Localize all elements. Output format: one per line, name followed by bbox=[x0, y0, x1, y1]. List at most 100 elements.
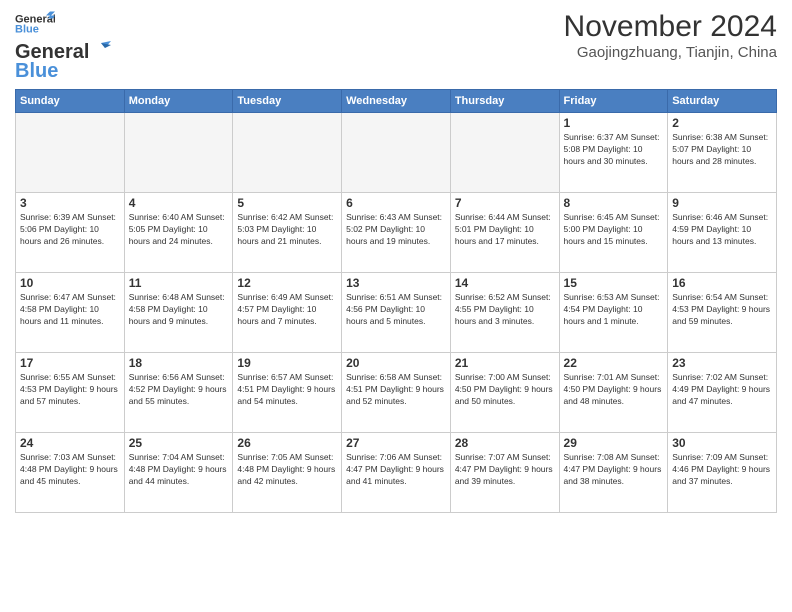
day-number: 20 bbox=[346, 356, 446, 370]
day-number: 7 bbox=[455, 196, 555, 210]
calendar-cell: 17 Sunrise: 6:55 AM Sunset: 4:53 PM Dayli… bbox=[16, 353, 125, 433]
calendar-cell: 23Sunrise: 7:02 AM Sunset: 4:49 PM Dayli… bbox=[668, 353, 777, 433]
day-info: Sunrise: 6:40 AM Sunset: 5:05 PM Dayligh… bbox=[129, 212, 229, 248]
day-number: 4 bbox=[129, 196, 229, 210]
day-number: 28 bbox=[455, 436, 555, 450]
day-info: Sunrise: 6:49 AM Sunset: 4:57 PM Dayligh… bbox=[237, 292, 337, 328]
day-info: Sunrise: 6:57 AM Sunset: 4:51 PM Dayligh… bbox=[237, 372, 337, 408]
calendar-cell: 25 Sunrise: 7:04 AM Sunset: 4:48 PM Dayli… bbox=[124, 433, 233, 513]
day-info: Sunrise: 6:44 AM Sunset: 5:01 PM Dayligh… bbox=[455, 212, 555, 248]
day-number: 3 bbox=[20, 196, 120, 210]
day-number: 26 bbox=[237, 436, 337, 450]
col-sunday: Sunday bbox=[16, 90, 125, 113]
col-monday: Monday bbox=[124, 90, 233, 113]
calendar-cell: 21Sunrise: 7:00 AM Sunset: 4:50 PM Dayli… bbox=[450, 353, 559, 433]
day-number: 22 bbox=[564, 356, 664, 370]
day-info: Sunrise: 6:39 AM Sunset: 5:06 PM Dayligh… bbox=[20, 212, 120, 248]
logo-blue: Blue bbox=[15, 60, 58, 83]
col-wednesday: Wednesday bbox=[342, 90, 451, 113]
day-info: Sunrise: 6:37 AM Sunset: 5:08 PM Dayligh… bbox=[564, 132, 664, 168]
calendar-cell: 2 Sunrise: 6:38 AM Sunset: 5:07 PM Daylig… bbox=[668, 113, 777, 193]
day-info: Sunrise: 6:46 AM Sunset: 4:59 PM Dayligh… bbox=[672, 212, 772, 248]
calendar-cell: 29Sunrise: 7:08 AM Sunset: 4:47 PM Dayli… bbox=[559, 433, 668, 513]
calendar-cell: 28 Sunrise: 7:07 AM Sunset: 4:47 PM Dayli… bbox=[450, 433, 559, 513]
day-info: Sunrise: 7:03 AM Sunset: 4:48 PM Dayligh… bbox=[20, 452, 120, 488]
calendar-cell: 16Sunrise: 6:54 AM Sunset: 4:53 PM Dayli… bbox=[668, 273, 777, 353]
week-row-0: 1 Sunrise: 6:37 AM Sunset: 5:08 PM Daylig… bbox=[16, 113, 777, 193]
day-info: Sunrise: 6:45 AM Sunset: 5:00 PM Dayligh… bbox=[564, 212, 664, 248]
calendar-cell: 3 Sunrise: 6:39 AM Sunset: 5:06 PM Daylig… bbox=[16, 193, 125, 273]
calendar-cell: 19Sunrise: 6:57 AM Sunset: 4:51 PM Dayli… bbox=[233, 353, 342, 433]
location: Gaojingzhuang, Tianjin, China bbox=[564, 44, 777, 61]
calendar-cell: 24 Sunrise: 7:03 AM Sunset: 4:48 PM Dayli… bbox=[16, 433, 125, 513]
calendar-cell: 6 Sunrise: 6:43 AM Sunset: 5:02 PM Daylig… bbox=[342, 193, 451, 273]
day-number: 27 bbox=[346, 436, 446, 450]
day-number: 29 bbox=[564, 436, 664, 450]
day-number: 6 bbox=[346, 196, 446, 210]
calendar-cell: 5 Sunrise: 6:42 AM Sunset: 5:03 PM Daylig… bbox=[233, 193, 342, 273]
day-number: 12 bbox=[237, 276, 337, 290]
day-number: 8 bbox=[564, 196, 664, 210]
day-info: Sunrise: 6:51 AM Sunset: 4:56 PM Dayligh… bbox=[346, 292, 446, 328]
day-number: 25 bbox=[129, 436, 229, 450]
col-thursday: Thursday bbox=[450, 90, 559, 113]
day-info: Sunrise: 6:42 AM Sunset: 5:03 PM Dayligh… bbox=[237, 212, 337, 248]
page: General Blue General Blue November 2024 … bbox=[0, 0, 792, 612]
logo: General Blue General Blue bbox=[15, 10, 111, 83]
day-number: 2 bbox=[672, 116, 772, 130]
day-info: Sunrise: 7:07 AM Sunset: 4:47 PM Dayligh… bbox=[455, 452, 555, 488]
day-info: Sunrise: 7:09 AM Sunset: 4:46 PM Dayligh… bbox=[672, 452, 772, 488]
title-section: November 2024 Gaojingzhuang, Tianjin, Ch… bbox=[564, 10, 777, 61]
day-number: 17 bbox=[20, 356, 120, 370]
day-number: 18 bbox=[129, 356, 229, 370]
header-row: Sunday Monday Tuesday Wednesday Thursday… bbox=[16, 90, 777, 113]
day-number: 1 bbox=[564, 116, 664, 130]
header: General Blue General Blue November 2024 … bbox=[15, 10, 777, 83]
calendar-cell bbox=[233, 113, 342, 193]
calendar-cell bbox=[450, 113, 559, 193]
calendar-cell bbox=[342, 113, 451, 193]
calendar-cell: 1 Sunrise: 6:37 AM Sunset: 5:08 PM Daylig… bbox=[559, 113, 668, 193]
day-info: Sunrise: 7:02 AM Sunset: 4:49 PM Dayligh… bbox=[672, 372, 772, 408]
col-friday: Friday bbox=[559, 90, 668, 113]
calendar-cell bbox=[16, 113, 125, 193]
col-saturday: Saturday bbox=[668, 90, 777, 113]
calendar-cell: 15Sunrise: 6:53 AM Sunset: 4:54 PM Dayli… bbox=[559, 273, 668, 353]
calendar-cell: 26 Sunrise: 7:05 AM Sunset: 4:48 PM Dayli… bbox=[233, 433, 342, 513]
logo-bird bbox=[91, 38, 111, 58]
calendar-cell: 10 Sunrise: 6:47 AM Sunset: 4:58 PM Dayli… bbox=[16, 273, 125, 353]
col-tuesday: Tuesday bbox=[233, 90, 342, 113]
calendar-cell: 18 Sunrise: 6:56 AM Sunset: 4:52 PM Dayli… bbox=[124, 353, 233, 433]
day-info: Sunrise: 6:47 AM Sunset: 4:58 PM Dayligh… bbox=[20, 292, 120, 328]
day-info: Sunrise: 6:38 AM Sunset: 5:07 PM Dayligh… bbox=[672, 132, 772, 168]
day-number: 13 bbox=[346, 276, 446, 290]
week-row-3: 17 Sunrise: 6:55 AM Sunset: 4:53 PM Dayli… bbox=[16, 353, 777, 433]
day-info: Sunrise: 7:00 AM Sunset: 4:50 PM Dayligh… bbox=[455, 372, 555, 408]
calendar-cell: 27Sunrise: 7:06 AM Sunset: 4:47 PM Dayli… bbox=[342, 433, 451, 513]
day-info: Sunrise: 6:52 AM Sunset: 4:55 PM Dayligh… bbox=[455, 292, 555, 328]
day-number: 9 bbox=[672, 196, 772, 210]
week-row-2: 10 Sunrise: 6:47 AM Sunset: 4:58 PM Dayli… bbox=[16, 273, 777, 353]
week-row-1: 3 Sunrise: 6:39 AM Sunset: 5:06 PM Daylig… bbox=[16, 193, 777, 273]
calendar-cell: 30 Sunrise: 7:09 AM Sunset: 4:46 PM Dayli… bbox=[668, 433, 777, 513]
day-info: Sunrise: 6:55 AM Sunset: 4:53 PM Dayligh… bbox=[20, 372, 120, 408]
day-info: Sunrise: 7:01 AM Sunset: 4:50 PM Dayligh… bbox=[564, 372, 664, 408]
day-number: 30 bbox=[672, 436, 772, 450]
calendar-cell: 14Sunrise: 6:52 AM Sunset: 4:55 PM Dayli… bbox=[450, 273, 559, 353]
month-title: November 2024 bbox=[564, 10, 777, 44]
day-number: 10 bbox=[20, 276, 120, 290]
day-info: Sunrise: 7:04 AM Sunset: 4:48 PM Dayligh… bbox=[129, 452, 229, 488]
calendar-cell: 22 Sunrise: 7:01 AM Sunset: 4:50 PM Dayli… bbox=[559, 353, 668, 433]
logo-icon: General Blue bbox=[15, 10, 55, 38]
day-number: 5 bbox=[237, 196, 337, 210]
calendar-cell: 11Sunrise: 6:48 AM Sunset: 4:58 PM Dayli… bbox=[124, 273, 233, 353]
day-info: Sunrise: 6:48 AM Sunset: 4:58 PM Dayligh… bbox=[129, 292, 229, 328]
day-info: Sunrise: 6:58 AM Sunset: 4:51 PM Dayligh… bbox=[346, 372, 446, 408]
day-info: Sunrise: 7:05 AM Sunset: 4:48 PM Dayligh… bbox=[237, 452, 337, 488]
day-info: Sunrise: 6:53 AM Sunset: 4:54 PM Dayligh… bbox=[564, 292, 664, 328]
calendar-table: Sunday Monday Tuesday Wednesday Thursday… bbox=[15, 89, 777, 513]
day-info: Sunrise: 6:56 AM Sunset: 4:52 PM Dayligh… bbox=[129, 372, 229, 408]
day-number: 24 bbox=[20, 436, 120, 450]
day-info: Sunrise: 6:43 AM Sunset: 5:02 PM Dayligh… bbox=[346, 212, 446, 248]
svg-text:Blue: Blue bbox=[15, 24, 39, 36]
